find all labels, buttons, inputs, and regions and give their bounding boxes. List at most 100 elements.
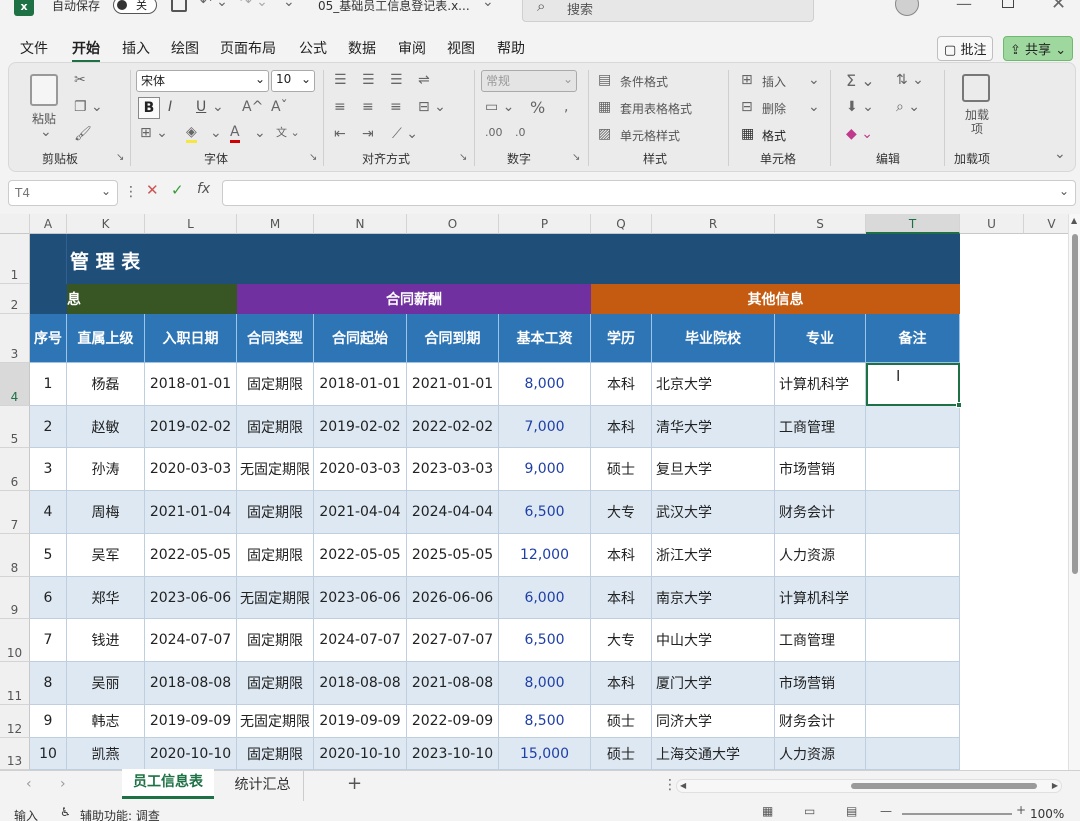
row-header[interactable]: 12	[0, 705, 30, 738]
table-cell[interactable]: 5	[30, 534, 67, 577]
table-cell[interactable]: 12,000	[499, 534, 591, 577]
formula-bar-options-icon[interactable]: ⋮	[124, 184, 138, 200]
confirm-entry-icon[interactable]: ✓	[171, 181, 184, 199]
table-cell[interactable]: 15,000	[499, 738, 591, 770]
table-cell[interactable]: 财务会计	[775, 705, 866, 738]
cell-styles-icon[interactable]: ▨	[598, 126, 611, 142]
table-cell[interactable]: 杨磊	[67, 363, 145, 406]
table-cell[interactable]: 工商管理	[775, 406, 866, 448]
table-cell[interactable]: 3	[30, 448, 67, 491]
row-header[interactable]: 10	[0, 619, 30, 662]
table-cell[interactable]: 无固定期限	[237, 577, 314, 619]
menu-home[interactable]: 开始	[72, 38, 100, 63]
menu-review[interactable]: 审阅	[398, 38, 426, 58]
underline-chevron-icon[interactable]: ⌄	[212, 99, 224, 115]
table-cell[interactable]: 武汉大学	[652, 491, 775, 534]
table-cell[interactable]	[866, 406, 960, 448]
column-header[interactable]: T	[866, 214, 960, 234]
align-top-icon[interactable]: ☰	[334, 72, 347, 88]
save-icon[interactable]	[171, 0, 187, 12]
select-all-corner[interactable]	[0, 214, 30, 234]
table-cell[interactable]: 2019-02-02	[145, 406, 237, 448]
table-cell[interactable]	[866, 662, 960, 705]
cut-icon[interactable]: ✂	[74, 72, 86, 88]
normal-view-icon[interactable]: ▦	[762, 804, 773, 818]
column-header[interactable]: S	[775, 214, 866, 234]
column-header[interactable]: Q	[591, 214, 652, 234]
increase-font-icon[interactable]: A^	[242, 99, 263, 115]
section-contract[interactable]: 合同薪酬	[237, 284, 591, 314]
delete-cells-icon[interactable]: ⊟	[741, 99, 753, 115]
selected-cell-outline[interactable]: I	[866, 363, 960, 406]
table-cell[interactable]: 市场营销	[775, 448, 866, 491]
table-cell[interactable]: 2018-08-08	[145, 662, 237, 705]
table-cell[interactable]: 2023-06-06	[145, 577, 237, 619]
name-box[interactable]: T4 ⌄	[8, 180, 118, 206]
table-cell[interactable]: 2024-04-04	[407, 491, 499, 534]
table-cell[interactable]	[866, 534, 960, 577]
column-header[interactable]: N	[314, 214, 407, 234]
horizontal-scroll-thumb[interactable]	[851, 783, 1037, 789]
table-cell[interactable]: 2023-03-03	[407, 448, 499, 491]
row-header[interactable]: 8	[0, 534, 30, 577]
vertical-scrollbar[interactable]: ▲	[1068, 214, 1080, 770]
formula-input[interactable]: ⌄	[222, 180, 1076, 206]
zoom-level[interactable]: 100%	[1030, 807, 1064, 821]
table-header-cell[interactable]: 毕业院校	[652, 314, 775, 363]
table-cell[interactable]: 中山大学	[652, 619, 775, 662]
table-cell[interactable]: 2019-09-09	[314, 705, 407, 738]
share-button[interactable]: ⇪ 共享 ⌄	[1003, 36, 1074, 61]
sheet-tab-active[interactable]: 员工信息表	[122, 769, 214, 799]
table-cell[interactable]: 9,000	[499, 448, 591, 491]
table-cell[interactable]: 固定期限	[237, 619, 314, 662]
close-icon[interactable]: ✕	[1051, 0, 1066, 14]
table-cell[interactable]: 2023-10-10	[407, 738, 499, 770]
table-cell[interactable]: 厦门大学	[652, 662, 775, 705]
number-format-select[interactable]: 常规 ⌄	[481, 70, 577, 92]
table-cell[interactable]: 本科	[591, 406, 652, 448]
undo-icon[interactable]: ↶ ⌄	[200, 0, 228, 10]
title-row-left-cell[interactable]	[30, 234, 67, 284]
table-cell[interactable]: 2021-01-01	[407, 363, 499, 406]
align-bottom-icon[interactable]: ☰	[390, 72, 403, 88]
table-cell[interactable]: 1	[30, 363, 67, 406]
table-cell[interactable]: 固定期限	[237, 534, 314, 577]
table-cell[interactable]: 人力资源	[775, 738, 866, 770]
customize-qat-icon[interactable]: ⌄	[283, 0, 295, 10]
table-cell[interactable]: 本科	[591, 577, 652, 619]
section-left-cell[interactable]	[30, 284, 67, 314]
table-cell[interactable]: 大专	[591, 491, 652, 534]
underline-button[interactable]: U	[196, 99, 206, 115]
scroll-left-icon[interactable]: ◀	[680, 781, 686, 790]
next-sheet-icon[interactable]: ›	[60, 776, 66, 792]
table-cell[interactable]: 2025-05-05	[407, 534, 499, 577]
table-cell[interactable]	[866, 738, 960, 770]
row-header[interactable]: 1	[0, 234, 30, 284]
insert-cells-label[interactable]: 插入	[762, 73, 786, 90]
row-header[interactable]: 6	[0, 448, 30, 491]
table-cell[interactable]: 4	[30, 491, 67, 534]
table-cell[interactable]: 韩志	[67, 705, 145, 738]
file-name[interactable]: 05_基础员工信息登记表.x...	[318, 0, 470, 14]
table-cell[interactable]: 7	[30, 619, 67, 662]
table-cell[interactable]: 硕士	[591, 448, 652, 491]
table-cell[interactable]: 2020-03-03	[314, 448, 407, 491]
section-other[interactable]: 其他信息	[591, 284, 960, 314]
cell-styles-label[interactable]: 单元格样式	[620, 127, 680, 144]
table-cell[interactable]: 吴丽	[67, 662, 145, 705]
column-header[interactable]: U	[960, 214, 1024, 234]
account-avatar[interactable]	[895, 0, 919, 16]
horizontal-scrollbar[interactable]: ◀ ▶	[676, 779, 1062, 793]
table-cell[interactable]: 2027-07-07	[407, 619, 499, 662]
column-header[interactable]: O	[407, 214, 499, 234]
table-header-cell[interactable]: 序号	[30, 314, 67, 363]
table-header-cell[interactable]: 直属上级	[67, 314, 145, 363]
insert-chevron-icon[interactable]: ⌄	[808, 72, 820, 88]
borders-icon[interactable]: ⊞ ⌄	[140, 125, 168, 141]
row-header[interactable]: 9	[0, 577, 30, 619]
clipboard-launcher-icon[interactable]: ↘	[116, 152, 124, 163]
table-header-cell[interactable]: 入职日期	[145, 314, 237, 363]
table-cell[interactable]: 凯燕	[67, 738, 145, 770]
menu-help[interactable]: 帮助	[497, 38, 525, 58]
autosum-icon[interactable]: Σ ⌄	[846, 71, 875, 90]
